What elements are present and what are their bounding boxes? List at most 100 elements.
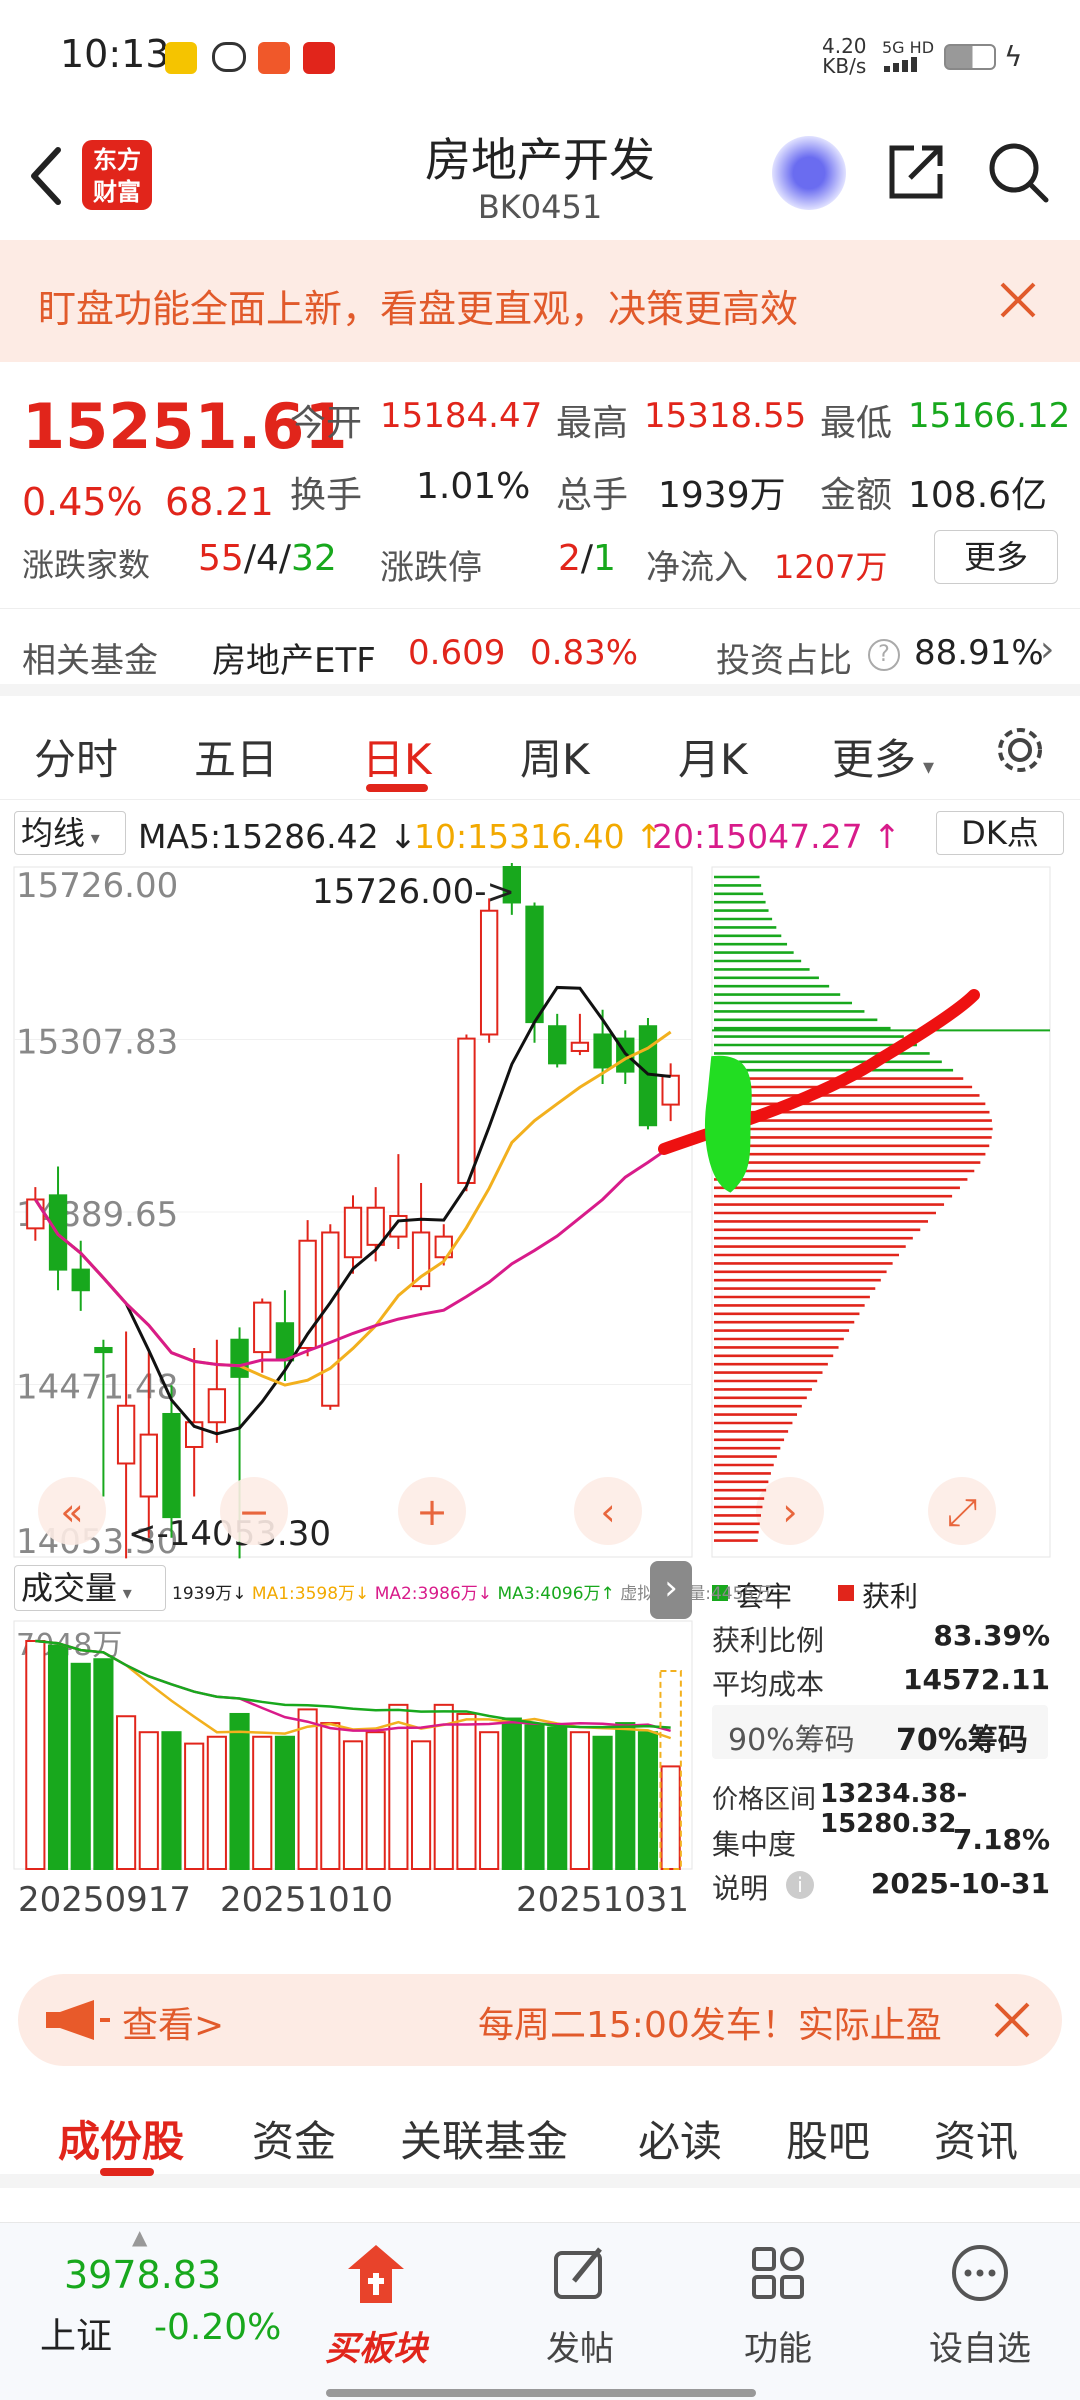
ai-assistant-icon[interactable] [772, 136, 846, 210]
high-price-marker: 15726.00-> [312, 872, 515, 912]
function-label: 功能 [744, 2329, 812, 2369]
tab-related-funds[interactable]: 关联基金 [400, 2108, 568, 2169]
post-label: 发帖 [546, 2329, 614, 2369]
high-value: 15318.55 [644, 396, 807, 436]
tab-funds-flow[interactable]: 资金 [252, 2108, 336, 2169]
more-dots-icon [952, 2245, 1008, 2301]
app-icon [258, 42, 290, 74]
volume-bar [93, 1658, 114, 1870]
signal-icon [884, 56, 934, 72]
volume-bar [569, 1731, 590, 1871]
add-watchlist-button[interactable]: 设自选 [920, 2233, 1040, 2373]
fund-name[interactable]: 房地产ETF [212, 633, 376, 682]
expand-panel-button[interactable]: › [650, 1561, 692, 1619]
ratio-value: 88.91% [914, 633, 1044, 673]
header: 东方 财富 房地产开发 BK0451 [0, 110, 1080, 240]
collapse-icon[interactable]: ▲ [132, 2225, 147, 2249]
profit-legend-label: 获利 [862, 1580, 919, 1613]
volume-bar [433, 1703, 454, 1871]
limit-label: 涨跌停 [380, 548, 482, 588]
tab-more[interactable]: 更多 ▾ [832, 726, 934, 787]
candle-body [94, 1346, 113, 1354]
tab-daily-k[interactable]: 日K [362, 726, 432, 787]
settings-gear-icon[interactable] [992, 722, 1048, 778]
candle-body [162, 1412, 181, 1519]
fullscreen-button-glyph: ⤢ [947, 1490, 977, 1534]
buy-sector-button[interactable]: 买板块 [314, 2233, 438, 2373]
chip-tab-90[interactable]: 90%筹码 [728, 1715, 855, 1759]
tab-constituents[interactable]: 成份股 [58, 2108, 184, 2169]
volume-bar [501, 1717, 522, 1871]
chip-date-value: 2025-10-31 [870, 1867, 1050, 1900]
function-button[interactable]: 功能 [728, 2233, 828, 2373]
tab-intraday[interactable]: 分时 [34, 726, 118, 787]
home-indicator [326, 2389, 756, 2397]
chevron-right-icon: › [1040, 629, 1055, 670]
zoom-in-button-glyph: + [416, 1490, 448, 1534]
related-fund-row[interactable]: 相关基金 房地产ETF 0.609 0.83% 投资占比 ? 88.91% › [0, 608, 1080, 696]
banner-text: 盯盘功能全面上新，看盘更直观，决策更高效 [38, 287, 799, 331]
tab-monthly-k[interactable]: 月K [678, 726, 748, 787]
promo-close-icon[interactable] [992, 2000, 1032, 2040]
candle-body [548, 1025, 567, 1065]
candle-body [139, 1433, 158, 1498]
chip-tab-group: 90%筹码 70%筹码 [712, 1705, 1048, 1759]
tab-forum[interactable]: 股吧 [786, 2108, 870, 2169]
network-type: 5G HD [882, 38, 935, 57]
volume-bar [456, 1712, 477, 1871]
chip-tab-70[interactable]: 70%筹码 [896, 1715, 1028, 1759]
charging-icon: ϟ [1004, 40, 1023, 73]
ma10-value: 10:15316.40 ↑ [414, 817, 663, 856]
promo-bar[interactable]: 查看> 每周二15:00发车！实际止盈 [18, 1974, 1062, 2066]
x-axis-label: 20251010 [220, 1880, 393, 1920]
open-value: 15184.47 [380, 396, 543, 436]
close-icon[interactable] [998, 280, 1038, 320]
quote-panel: 15251.61 0.45% 68.21 今开 15184.47 最高 1531… [0, 362, 1080, 602]
candle-body [275, 1322, 295, 1362]
green-annotation-mark [705, 1055, 752, 1193]
kline-chart-area[interactable]: 15726.00 15307.83 14889.65 14471.48 14053.30… [0, 863, 1080, 1953]
tab-must-read[interactable]: 必读 [638, 2108, 722, 2169]
watch-label: 设自选 [929, 2329, 1031, 2369]
volume-selector[interactable]: 成交量 ▾ [14, 1565, 166, 1611]
back-icon[interactable] [26, 146, 66, 206]
updown-counts: 55/4/32 [198, 538, 337, 579]
fund-label: 相关基金 [22, 641, 158, 681]
note-label: 说明 [712, 1872, 769, 1905]
inflow-label: 净流入 [646, 548, 748, 588]
index-pct: -0.20% [154, 2307, 282, 2348]
post-button[interactable]: 发帖 [530, 2233, 630, 2373]
share-icon[interactable] [884, 140, 948, 204]
profit-ratio-value: 83.39% [933, 1619, 1050, 1652]
search-icon[interactable] [986, 140, 1050, 204]
more-button[interactable]: 更多 [934, 530, 1058, 584]
candle-body [570, 1041, 590, 1052]
volume-bar [206, 1735, 227, 1871]
tab-news[interactable]: 资讯 [934, 2108, 1018, 2169]
volume-bar [342, 1740, 364, 1871]
dk-button[interactable]: DK点 [936, 811, 1064, 855]
ma-selector[interactable]: 均线 ▾ [14, 811, 126, 855]
open-label: 今开 [290, 403, 363, 444]
help-icon[interactable]: ? [868, 639, 900, 671]
inflow-value: 1207万 [774, 548, 888, 586]
turnover-value: 1.01% [416, 466, 531, 507]
index-value[interactable]: 3978.83 [64, 2253, 221, 2297]
volume-value: 1939万 [658, 475, 786, 516]
promo-view-link[interactable]: 查看> [122, 1996, 224, 2048]
candle-body [321, 1231, 340, 1407]
info-icon[interactable]: i [786, 1871, 814, 1899]
candle-body [253, 1301, 272, 1354]
tab-weekly-k[interactable]: 周K [520, 726, 590, 787]
amount-value: 108.6亿 [908, 475, 1048, 516]
content-tabs: 成份股 资金 关联基金 必读 股吧 资讯 [0, 2078, 1080, 2188]
tab-five-day[interactable]: 五日 [194, 726, 278, 787]
volume-bar [410, 1740, 432, 1871]
candle-body [116, 1404, 136, 1465]
volume-label: 总手 [556, 475, 629, 516]
volume-bar [365, 1731, 386, 1871]
candle-body [207, 1388, 227, 1424]
x-axis-label: 20250917 [18, 1880, 191, 1920]
net-speed: 4.20 KB/s [822, 34, 867, 78]
notice-banner[interactable]: 盯盘功能全面上新，看盘更直观，决策更高效 [0, 240, 1080, 362]
